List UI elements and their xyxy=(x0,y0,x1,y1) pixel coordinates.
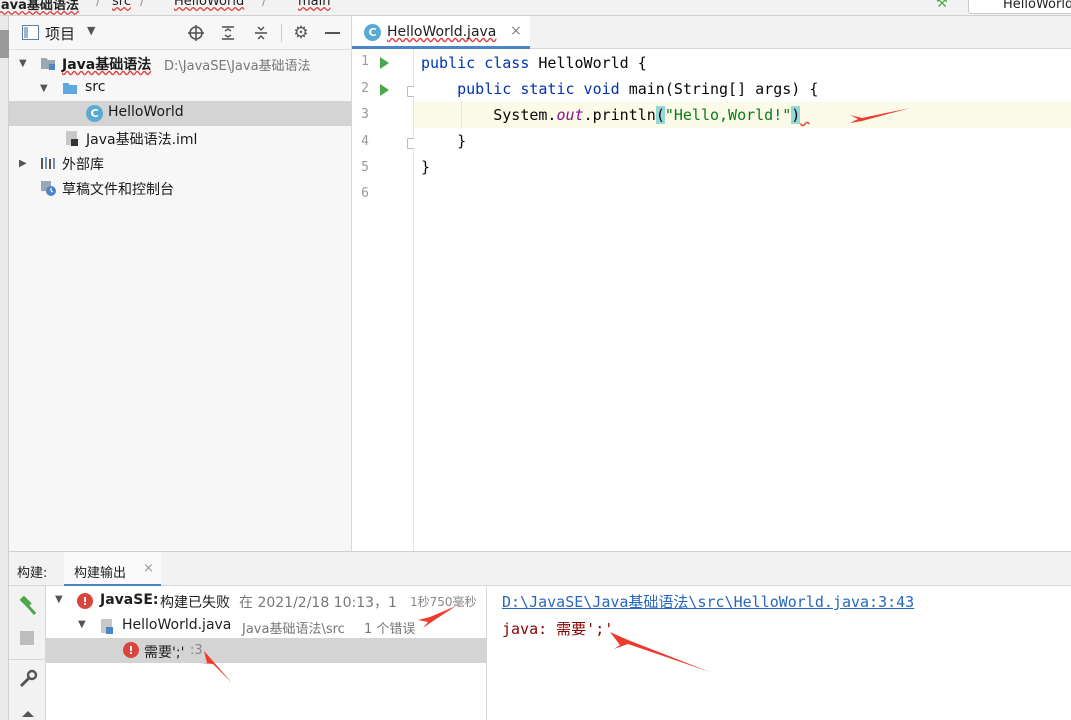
tool-window-strip xyxy=(0,16,9,720)
build-target-name: JavaSE: xyxy=(100,592,159,608)
src-label: src xyxy=(85,79,106,95)
breadcrumb-separator: / xyxy=(262,0,267,9)
build-duration: 1秒750毫秒 xyxy=(410,595,477,609)
java-file-icon xyxy=(101,619,113,634)
breadcrumb-project[interactable]: Java基础语法 xyxy=(0,0,79,13)
divider xyxy=(281,24,282,42)
chevron-down-icon[interactable]: ▼ xyxy=(40,83,48,94)
breadcrumb-method[interactable]: main xyxy=(298,0,330,9)
wrench-icon[interactable] xyxy=(18,669,38,689)
chevron-down-icon[interactable]: ▼ xyxy=(78,619,86,630)
build-tree-root[interactable]: ▼ ! JavaSE: 构建已失败 在 2021/2/18 10:13，1 1秒… xyxy=(46,588,487,613)
pin-icon[interactable] xyxy=(20,709,36,720)
minimize-icon[interactable] xyxy=(325,32,340,34)
project-panel: 项目 ▼ ⚙ ▼ Java基础语法 D:\JavaSE\Java基础语法 ▼ s… xyxy=(9,16,352,551)
source-folder-icon xyxy=(63,83,77,94)
hammer-icon[interactable] xyxy=(18,596,38,616)
build-toolbar xyxy=(9,586,46,720)
chevron-right-icon[interactable]: ▶ xyxy=(19,158,27,169)
editor-tab-bar: C HelloWorld.java × xyxy=(352,16,1071,49)
breadcrumb-separator: / xyxy=(96,0,101,9)
line-number: 1 xyxy=(361,54,369,69)
tree-item-external-libs[interactable]: ▶ 外部库 xyxy=(9,151,352,176)
line-number: 6 xyxy=(361,186,369,201)
java-class-icon: C xyxy=(86,105,103,122)
tree-item-project-root[interactable]: ▼ Java基础语法 D:\JavaSE\Java基础语法 xyxy=(9,51,352,76)
build-error-line: :3 xyxy=(190,643,203,658)
code-editor[interactable]: public class HelloWorld { public static … xyxy=(414,49,1071,551)
external-libs-label: 外部库 xyxy=(62,157,104,173)
build-status: 构建已失败 xyxy=(160,595,230,611)
stop-icon[interactable] xyxy=(20,631,34,645)
error-location-link[interactable]: D:\JavaSE\Java基础语法\src\HelloWorld.java:3… xyxy=(502,591,914,612)
error-icon: ! xyxy=(77,593,93,609)
gear-icon[interactable]: ⚙ xyxy=(292,23,310,43)
tab-helloworld-java[interactable]: C HelloWorld.java × xyxy=(352,16,530,49)
project-root-label: Java基础语法 xyxy=(62,57,152,73)
build-panel-title: 构建: xyxy=(17,566,48,581)
project-root-path: D:\JavaSE\Java基础语法 xyxy=(164,59,311,74)
scratches-label: 草稿文件和控制台 xyxy=(62,182,174,198)
expand-all-icon[interactable] xyxy=(219,24,237,42)
navigation-breadcrumb: Java基础语法 / src / HelloWorld / main ⚒ Hel… xyxy=(0,0,1071,16)
build-output-tab-label: 构建输出 xyxy=(74,566,127,581)
build-output-console[interactable]: D:\JavaSE\Java基础语法\src\HelloWorld.java:3… xyxy=(487,586,1071,720)
tree-item-src[interactable]: ▼ src xyxy=(9,76,352,101)
library-icon xyxy=(41,157,55,169)
chevron-down-icon[interactable]: ▼ xyxy=(55,594,63,605)
build-timestamp: 在 2021/2/18 10:13，1 xyxy=(239,595,397,611)
project-panel-title[interactable]: 项目 xyxy=(45,23,75,44)
tree-item-scratches[interactable]: 草稿文件和控制台 xyxy=(9,176,352,201)
build-file-name: HelloWorld.java xyxy=(122,617,232,633)
build-tree-file[interactable]: ▼ HelloWorld.java Java基础语法\src 1 个错误 xyxy=(46,613,487,638)
module-folder-icon xyxy=(41,58,55,70)
helloworld-label: HelloWorld xyxy=(108,104,184,120)
close-icon[interactable]: × xyxy=(510,23,522,39)
code-line-1: public class HelloWorld { xyxy=(421,54,647,72)
iml-label: Java基础语法.iml xyxy=(86,132,198,148)
hammer-icon[interactable]: ⚒ xyxy=(936,0,948,11)
close-icon[interactable]: × xyxy=(143,561,154,576)
run-config-label: HelloWorld xyxy=(1003,0,1071,12)
project-tool-tab[interactable] xyxy=(0,30,9,58)
build-tool-window-header: 构建: 构建输出 × xyxy=(9,551,1071,587)
build-tree: ▼ ! JavaSE: 构建已失败 在 2021/2/18 10:13，1 1秒… xyxy=(46,586,487,720)
code-line-4: } xyxy=(421,132,467,150)
tree-item-iml[interactable]: Java基础语法.iml xyxy=(9,126,352,151)
chevron-down-icon[interactable]: ▼ xyxy=(87,24,95,37)
code-line-2: public static void main(String[] args) { xyxy=(457,80,819,98)
line-number: 5 xyxy=(361,160,369,175)
editor-tab-label: HelloWorld.java xyxy=(387,24,497,40)
editor-gutter: 1 2 3 4 5 6 xyxy=(352,49,417,551)
error-icon: ! xyxy=(123,642,139,658)
tab-build-output[interactable]: 构建输出 × xyxy=(64,552,161,587)
tree-item-helloworld[interactable]: C HelloWorld xyxy=(9,101,352,126)
build-file-path: Java基础语法\src xyxy=(242,622,345,637)
collapse-all-icon[interactable] xyxy=(252,24,270,42)
scratches-icon xyxy=(41,181,56,196)
run-config-selector[interactable]: HelloWorld xyxy=(968,0,1071,14)
build-error-count: 1 个错误 xyxy=(364,622,416,637)
chevron-down-icon[interactable]: ▼ xyxy=(19,58,27,69)
run-main-icon[interactable] xyxy=(380,84,389,96)
run-class-icon[interactable] xyxy=(380,57,389,69)
iml-file-icon xyxy=(66,131,78,146)
java-class-icon: C xyxy=(364,24,381,41)
line-number: 2 xyxy=(361,81,369,96)
error-output-message: java: 需要';' xyxy=(502,620,614,638)
locate-icon[interactable] xyxy=(187,24,205,42)
line-number: 3 xyxy=(361,107,369,122)
build-error-message: 需要';' xyxy=(144,645,185,661)
code-line-5: } xyxy=(421,158,431,176)
build-tree-error[interactable]: ! 需要';' :3 xyxy=(46,638,487,663)
breadcrumb-src[interactable]: src xyxy=(112,0,131,9)
line-number: 4 xyxy=(361,134,369,149)
divider xyxy=(9,659,46,660)
code-line-3: System.out.println("Hello,World!") xyxy=(421,106,801,124)
breadcrumb-separator: / xyxy=(140,0,145,9)
breadcrumb-file[interactable]: HelloWorld xyxy=(174,0,244,9)
project-panel-header: 项目 ▼ ⚙ xyxy=(9,16,352,50)
project-view-icon xyxy=(22,25,39,40)
